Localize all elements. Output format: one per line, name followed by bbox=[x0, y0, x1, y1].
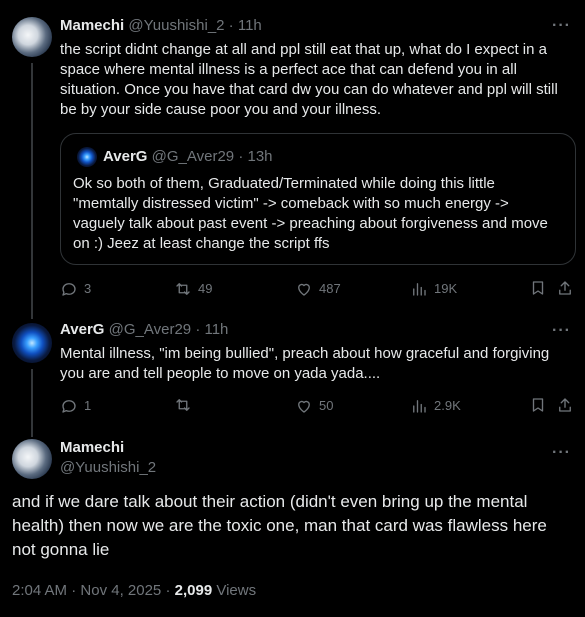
share-icon bbox=[559, 398, 571, 412]
share-button[interactable] bbox=[556, 279, 574, 297]
separator: · bbox=[238, 148, 244, 165]
repost-icon bbox=[176, 283, 190, 295]
display-name[interactable]: AverG bbox=[60, 321, 104, 338]
like-icon bbox=[298, 400, 310, 413]
display-name[interactable]: Mamechi bbox=[60, 17, 124, 34]
handle[interactable]: @Yuushishi_2 bbox=[128, 17, 224, 34]
views-count: 19K bbox=[434, 281, 458, 296]
reply-button[interactable]: 3 bbox=[60, 279, 91, 299]
like-icon bbox=[298, 283, 310, 296]
repost-button[interactable] bbox=[174, 396, 198, 414]
tweet-text: and if we dare talk about their action (… bbox=[12, 492, 547, 559]
like-count: 50 bbox=[319, 398, 334, 413]
thread-line bbox=[31, 63, 33, 315]
separator: · bbox=[71, 582, 77, 599]
tweet-2[interactable]: AverG @G_Aver29 · 11h ··· Mental illness… bbox=[0, 315, 585, 421]
repost-icon bbox=[176, 399, 190, 411]
reply-count: 1 bbox=[84, 398, 92, 413]
like-count: 487 bbox=[319, 281, 341, 296]
views-icon bbox=[413, 283, 426, 296]
bookmark-button[interactable] bbox=[529, 396, 547, 414]
share-button[interactable] bbox=[556, 396, 574, 414]
separator: · bbox=[165, 582, 171, 599]
views-button[interactable]: 2.9K bbox=[410, 396, 461, 416]
bookmark-icon bbox=[532, 398, 544, 412]
reply-icon bbox=[62, 400, 76, 413]
bookmark-button[interactable] bbox=[529, 279, 547, 297]
handle[interactable]: @G_Aver29 bbox=[109, 321, 192, 338]
quote-header: AverG @G_Aver29 · 13h bbox=[103, 147, 273, 167]
display-name-text: Mamechi bbox=[60, 439, 125, 456]
thread-line bbox=[31, 315, 33, 319]
quote-text: Ok so both of them, Graduated/Terminated… bbox=[73, 175, 548, 252]
tweet-meta: 2:04 AM · Nov 4, 2025 · 2,099 Views bbox=[12, 582, 256, 599]
quote-display-name: AverG bbox=[103, 148, 148, 165]
reply-button[interactable]: 1 bbox=[60, 396, 91, 416]
bookmark-icon bbox=[532, 281, 544, 295]
views-icon bbox=[413, 400, 426, 413]
timestamp[interactable]: 11h bbox=[204, 321, 228, 338]
handle[interactable]: @Yuushishi_2 bbox=[60, 458, 156, 478]
more-icon[interactable]: ··· bbox=[552, 323, 571, 339]
views-count: 2,099 bbox=[174, 582, 213, 599]
action-bar: 1 50 2.9K bbox=[60, 396, 578, 416]
post-time[interactable]: 2:04 AM bbox=[12, 582, 67, 599]
thread-line bbox=[31, 421, 33, 437]
repost-button[interactable]: 49 bbox=[174, 279, 212, 299]
timestamp[interactable]: 11h bbox=[238, 17, 262, 34]
tweet-header: Mamechi @Yuushishi_2 · 11h bbox=[60, 16, 262, 36]
share-icon bbox=[559, 281, 571, 295]
like-button[interactable]: 487 bbox=[295, 279, 341, 299]
tweet-text: the script didnt change at all and ppl s… bbox=[60, 41, 558, 118]
reply-icon bbox=[62, 283, 76, 296]
avatar[interactable] bbox=[12, 439, 52, 479]
more-icon[interactable]: ··· bbox=[552, 18, 571, 34]
avatar[interactable] bbox=[12, 323, 52, 363]
separator: · bbox=[195, 321, 201, 338]
like-button[interactable]: 50 bbox=[295, 396, 333, 416]
reply-count: 3 bbox=[84, 281, 92, 296]
views-count: 2.9K bbox=[434, 398, 461, 413]
separator: · bbox=[228, 17, 234, 34]
views-button[interactable]: 19K bbox=[410, 279, 457, 299]
tweet-header: AverG @G_Aver29 · 11h bbox=[60, 320, 228, 340]
quoted-tweet[interactable]: AverG @G_Aver29 · 13h Ok so both of them… bbox=[60, 133, 576, 265]
repost-count: 49 bbox=[198, 281, 213, 296]
post-date[interactable]: Nov 4, 2025 bbox=[80, 582, 161, 599]
tweet-text: Mental illness, "im being bullied", prea… bbox=[60, 345, 550, 382]
display-name[interactable]: Mamechi bbox=[60, 438, 124, 458]
tweet-1[interactable]: Mamechi @Yuushishi_2 · 11h ··· the scrip… bbox=[0, 0, 585, 315]
quote-handle: @G_Aver29 bbox=[151, 148, 235, 165]
quote-timestamp: 13h bbox=[247, 148, 273, 165]
avatar[interactable] bbox=[12, 17, 52, 57]
views-label: Views bbox=[216, 582, 257, 599]
more-icon[interactable]: ··· bbox=[552, 445, 571, 461]
thread-line bbox=[31, 369, 33, 421]
quote-avatar bbox=[77, 147, 97, 167]
action-bar: 3 49 487 19K bbox=[60, 279, 578, 299]
